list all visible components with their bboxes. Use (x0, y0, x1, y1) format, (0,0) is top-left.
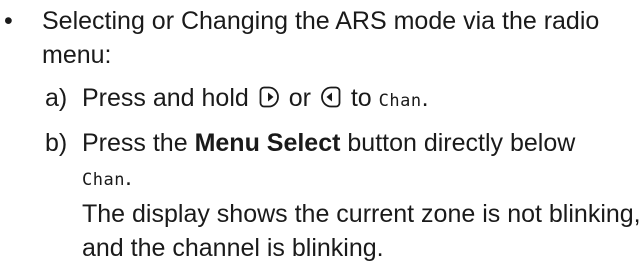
step-b-prefix: Press the (82, 129, 188, 157)
ars-mode-bullet: • Selecting or Changing the ARS mode via… (0, 4, 644, 273)
step-a-suffix: . (421, 84, 429, 112)
step-b-middle: button directly below (347, 129, 576, 157)
bullet-item: • Selecting or Changing the ARS mode via… (0, 4, 644, 72)
step-a-to: to (350, 84, 372, 112)
step-a-prefix: Press and hold (82, 84, 249, 112)
step-list: a) Press and hold or to Chan. b) Press t… (0, 81, 644, 265)
bullet-text: Selecting or Changing the ARS mode via t… (42, 7, 600, 69)
step-a-marker: a) (45, 84, 68, 112)
step-b-marker: b) (45, 129, 68, 157)
step-b-result: The display shows the current zone is no… (82, 200, 641, 262)
left-navigation-key-icon (320, 85, 342, 109)
right-navigation-key-icon (258, 85, 280, 109)
step-a-conj: or (288, 84, 311, 112)
bullet-symbol: • (4, 7, 13, 35)
chan-display-text: Chan (378, 91, 422, 111)
menu-select-label: Menu Select (194, 129, 341, 157)
chan-display-text: Chan (82, 170, 125, 190)
step-b: b) Press the Menu Select button directly… (0, 126, 644, 265)
step-b-suffix: . (124, 163, 132, 191)
step-a: a) Press and hold or to Chan. (0, 81, 644, 118)
